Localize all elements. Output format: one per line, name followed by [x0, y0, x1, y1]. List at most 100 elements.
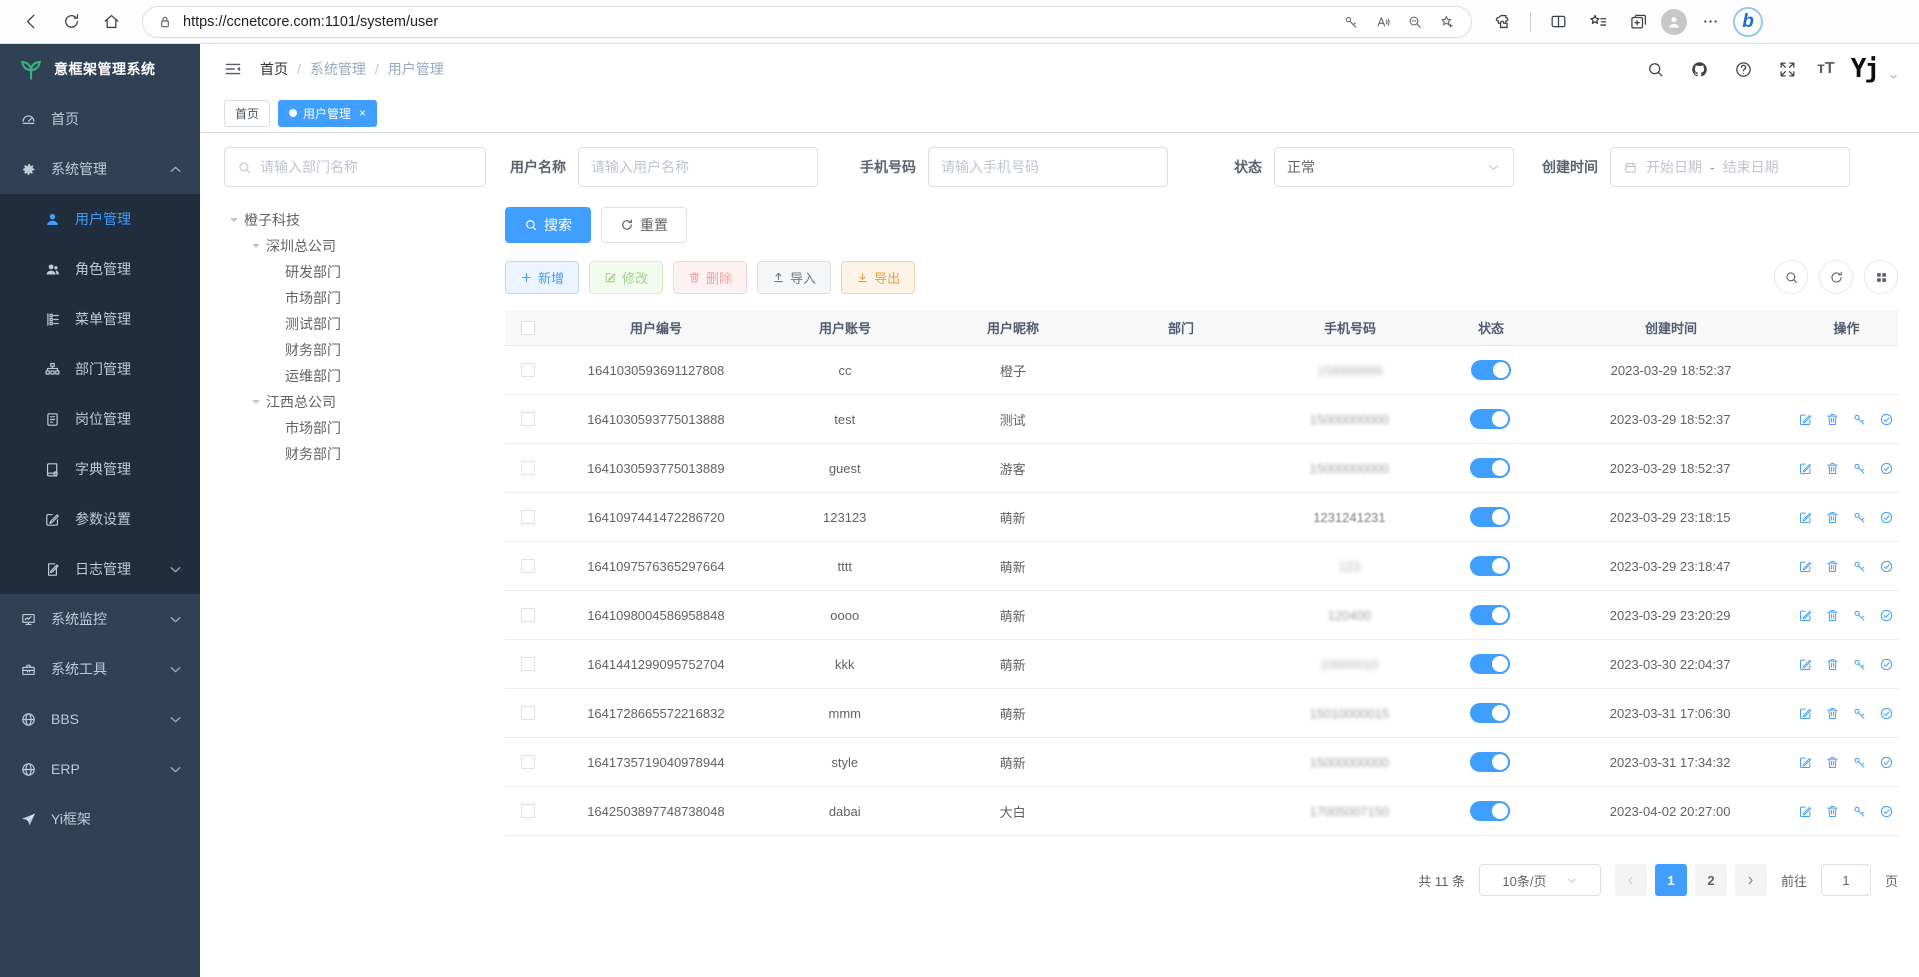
goto-page-input[interactable] [1821, 864, 1871, 896]
status-toggle[interactable] [1470, 409, 1510, 429]
username-input[interactable] [591, 159, 805, 175]
page-button-2[interactable]: 2 [1695, 864, 1727, 896]
row-reset-password-button[interactable] [1852, 412, 1867, 427]
row-reset-password-button[interactable] [1852, 804, 1867, 819]
row-reset-password-button[interactable] [1852, 657, 1867, 672]
dept-search-input[interactable] [260, 159, 473, 175]
row-checkbox[interactable] [521, 706, 535, 720]
header-search-button[interactable] [1641, 55, 1669, 83]
sidebar-item-log-mgmt[interactable]: 日志管理 [0, 544, 200, 594]
font-size-button[interactable]: тT [1817, 60, 1835, 78]
sidebar-item-post-mgmt[interactable]: 岗位管理 [0, 394, 200, 444]
sidebar-item-tools[interactable]: 系统工具 [0, 644, 200, 694]
prev-page-button[interactable] [1615, 864, 1647, 896]
read-aloud-button[interactable] [1369, 8, 1397, 36]
bing-copilot-button[interactable]: b [1733, 7, 1763, 37]
row-delete-button[interactable] [1825, 755, 1840, 770]
add-favorite-button[interactable] [1433, 8, 1461, 36]
add-button[interactable]: 新增 [505, 261, 579, 294]
search-button[interactable]: 搜索 [505, 207, 591, 243]
row-assign-role-button[interactable] [1879, 804, 1894, 819]
status-toggle[interactable] [1470, 703, 1510, 723]
row-reset-password-button[interactable] [1852, 559, 1867, 574]
row-assign-role-button[interactable] [1879, 461, 1894, 476]
edit-button[interactable]: 修改 [589, 261, 663, 294]
row-assign-role-button[interactable] [1879, 706, 1894, 721]
status-toggle[interactable] [1470, 507, 1510, 527]
status-select[interactable]: 正常 [1274, 147, 1514, 187]
tree-node[interactable]: 市场部门 [224, 285, 486, 311]
sidebar-item-menu-mgmt[interactable]: 菜单管理 [0, 294, 200, 344]
page-button-1[interactable]: 1 [1655, 864, 1687, 896]
row-edit-button[interactable] [1798, 755, 1813, 770]
breadcrumb-system[interactable]: 系统管理 [310, 59, 366, 79]
user-avatar[interactable]: Yj [1851, 56, 1878, 82]
row-reset-password-button[interactable] [1852, 461, 1867, 476]
sidebar-item-user-mgmt[interactable]: 用户管理 [0, 194, 200, 244]
tree-node[interactable]: 市场部门 [224, 415, 486, 441]
date-end-placeholder[interactable]: 结束日期 [1723, 157, 1779, 177]
tree-node[interactable]: 江西总公司 [224, 389, 486, 415]
row-reset-password-button[interactable] [1852, 608, 1867, 623]
browser-refresh-button[interactable] [54, 5, 88, 39]
row-checkbox[interactable] [521, 510, 535, 524]
row-edit-button[interactable] [1798, 804, 1813, 819]
collections-button[interactable] [1621, 5, 1655, 39]
sidebar-item-dept-mgmt[interactable]: 部门管理 [0, 344, 200, 394]
row-delete-button[interactable] [1825, 657, 1840, 672]
tree-node[interactable]: 橙子科技 [224, 207, 486, 233]
browser-back-button[interactable] [14, 5, 48, 39]
row-checkbox[interactable] [521, 608, 535, 622]
date-range-picker[interactable]: 开始日期 - 结束日期 [1610, 147, 1850, 187]
row-checkbox[interactable] [521, 363, 535, 377]
tree-expand-caret[interactable] [252, 400, 260, 408]
sidebar-item-erp[interactable]: ERP [0, 744, 200, 794]
phone-input[interactable] [941, 159, 1155, 175]
tree-node[interactable]: 财务部门 [224, 441, 486, 467]
row-delete-button[interactable] [1825, 412, 1840, 427]
browser-essentials-button[interactable] [1486, 5, 1520, 39]
favorites-bar-button[interactable] [1581, 5, 1615, 39]
row-edit-button[interactable] [1798, 706, 1813, 721]
tree-node[interactable]: 深圳总公司 [224, 233, 486, 259]
row-assign-role-button[interactable] [1879, 755, 1894, 770]
refresh-table-button[interactable] [1819, 260, 1853, 294]
status-toggle[interactable] [1470, 801, 1510, 821]
status-toggle[interactable] [1470, 605, 1510, 625]
select-all-checkbox[interactable] [521, 321, 535, 335]
row-reset-password-button[interactable] [1852, 510, 1867, 525]
row-assign-role-button[interactable] [1879, 412, 1894, 427]
row-reset-password-button[interactable] [1852, 755, 1867, 770]
browser-home-button[interactable] [94, 5, 128, 39]
row-assign-role-button[interactable] [1879, 559, 1894, 574]
tree-node[interactable]: 财务部门 [224, 337, 486, 363]
page-size-select[interactable]: 10条/页 [1479, 864, 1601, 896]
tree-node[interactable]: 研发部门 [224, 259, 486, 285]
row-reset-password-button[interactable] [1852, 706, 1867, 721]
row-assign-role-button[interactable] [1879, 510, 1894, 525]
address-bar[interactable]: https://ccnetcore.com:1101/system/user [142, 6, 1472, 38]
tree-expand-caret[interactable] [252, 244, 260, 252]
row-edit-button[interactable] [1798, 412, 1813, 427]
browser-settings-more-button[interactable] [1693, 5, 1727, 39]
zoom-out-button[interactable] [1401, 8, 1429, 36]
status-toggle[interactable] [1470, 654, 1510, 674]
status-toggle[interactable] [1470, 752, 1510, 772]
date-start-placeholder[interactable]: 开始日期 [1646, 157, 1702, 177]
github-link-button[interactable] [1685, 55, 1713, 83]
row-assign-role-button[interactable] [1879, 608, 1894, 623]
sidebar-item-monitor[interactable]: 系统监控 [0, 594, 200, 644]
browser-profile-avatar[interactable] [1661, 9, 1687, 35]
column-settings-button[interactable] [1864, 260, 1898, 294]
row-checkbox[interactable] [521, 755, 535, 769]
sidebar-item-bbs[interactable]: BBS [0, 694, 200, 744]
sidebar-item-yi-framework[interactable]: Yi框架 [0, 794, 200, 844]
tree-node[interactable]: 运维部门 [224, 363, 486, 389]
app-logo[interactable]: 意框架管理系统 [0, 44, 200, 94]
row-delete-button[interactable] [1825, 608, 1840, 623]
row-checkbox[interactable] [521, 461, 535, 475]
row-edit-button[interactable] [1798, 510, 1813, 525]
row-delete-button[interactable] [1825, 461, 1840, 476]
row-delete-button[interactable] [1825, 559, 1840, 574]
row-delete-button[interactable] [1825, 510, 1840, 525]
